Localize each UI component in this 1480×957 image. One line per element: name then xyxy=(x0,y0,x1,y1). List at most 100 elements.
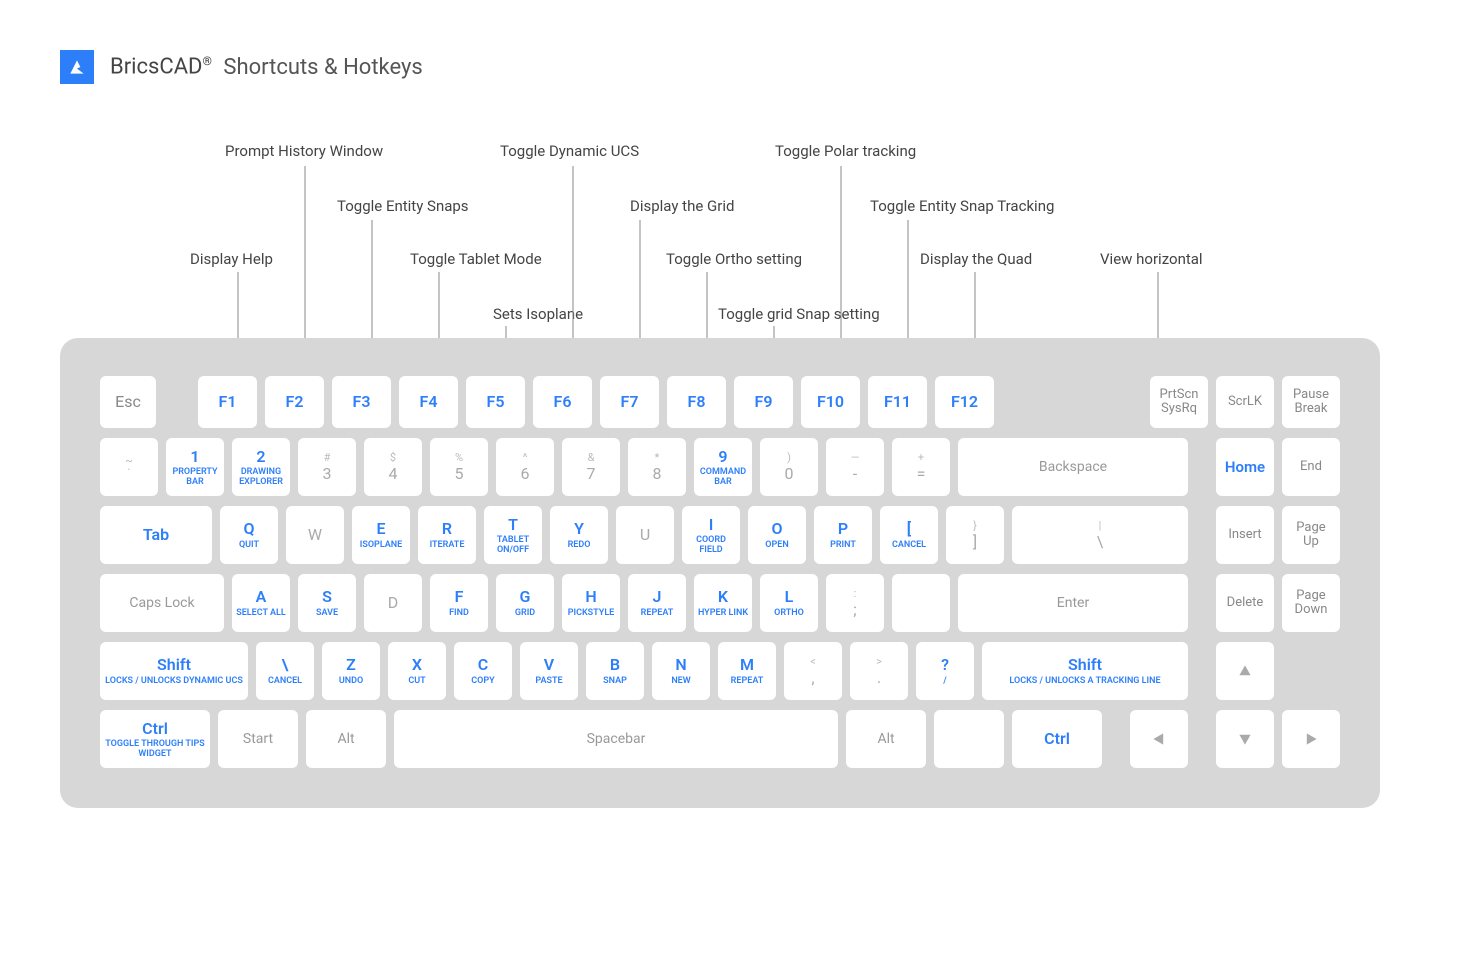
key-w[interactable]: W xyxy=(286,506,344,564)
gap xyxy=(1196,642,1208,700)
key-n[interactable]: NNEW xyxy=(652,642,710,700)
key-period[interactable]: >. xyxy=(850,642,908,700)
key-q[interactable]: QQUIT xyxy=(220,506,278,564)
key-f9[interactable]: F9 xyxy=(734,376,793,428)
key-insert[interactable]: Insert xyxy=(1216,506,1274,564)
key-comma[interactable]: <, xyxy=(784,642,842,700)
callout-f8: Toggle Ortho setting xyxy=(666,250,802,268)
key-f11[interactable]: F11 xyxy=(868,376,927,428)
key-f8[interactable]: F8 xyxy=(667,376,726,428)
key-rctrl[interactable]: Ctrl xyxy=(1012,710,1102,768)
callout-f1: Display Help xyxy=(190,250,273,268)
key-pause[interactable]: PauseBreak xyxy=(1282,376,1340,428)
page-subtitle: Shortcuts & Hotkeys xyxy=(223,55,422,80)
key-d[interactable]: D xyxy=(364,574,422,632)
key-pageup[interactable]: PageUp xyxy=(1282,506,1340,564)
key-rshift[interactable]: ShiftLOCKS / UNLOCKS A TRACKING LINE xyxy=(982,642,1188,700)
key-p[interactable]: PPRINT xyxy=(814,506,872,564)
row-numbers: ~` 1PROPERTY BAR 2DRAWING EXPLORER #3 $4… xyxy=(100,438,1340,496)
key-home[interactable]: Home xyxy=(1216,438,1274,496)
key-c[interactable]: CCOPY xyxy=(454,642,512,700)
key-f10[interactable]: F10 xyxy=(801,376,860,428)
key-8[interactable]: *8 xyxy=(628,438,686,496)
key-m[interactable]: MREPEAT xyxy=(718,642,776,700)
key-a[interactable]: ASELECT ALL xyxy=(232,574,290,632)
key-f2[interactable]: F2 xyxy=(265,376,324,428)
key-f7[interactable]: F7 xyxy=(600,376,659,428)
key-y[interactable]: YREDO xyxy=(550,506,608,564)
key-lalt[interactable]: Alt xyxy=(306,710,386,768)
key-lctrl[interactable]: CtrlTOGGLE THROUGH TIPS WIDGET xyxy=(100,710,210,768)
key-arrow-left[interactable] xyxy=(1130,710,1188,768)
key-equal[interactable]: += xyxy=(892,438,950,496)
key-5[interactable]: %5 xyxy=(430,438,488,496)
row-shift: ShiftLOCKS / UNLOCKS DYNAMIC UCS \CANCEL… xyxy=(100,642,1340,700)
key-end[interactable]: End xyxy=(1282,438,1340,496)
callout-f7: Display the Grid xyxy=(630,197,734,215)
key-4[interactable]: $4 xyxy=(364,438,422,496)
key-r[interactable]: RITERATE xyxy=(418,506,476,564)
key-menu[interactable] xyxy=(934,710,1004,768)
key-b[interactable]: BSNAP xyxy=(586,642,644,700)
key-arrow-up[interactable] xyxy=(1216,642,1274,700)
key-capslock[interactable]: Caps Lock xyxy=(100,574,224,632)
key-arrow-right[interactable] xyxy=(1282,710,1340,768)
key-9[interactable]: 9COMMAND BAR xyxy=(694,438,752,496)
key-j[interactable]: JREPEAT xyxy=(628,574,686,632)
key-h[interactable]: HPICKSTYLE xyxy=(562,574,620,632)
key-s[interactable]: SSAVE xyxy=(298,574,356,632)
key-tilde[interactable]: ~` xyxy=(100,438,158,496)
key-7[interactable]: &7 xyxy=(562,438,620,496)
key-delete[interactable]: Delete xyxy=(1216,574,1274,632)
key-3[interactable]: #3 xyxy=(298,438,356,496)
key-f5[interactable]: F5 xyxy=(466,376,525,428)
key-x[interactable]: XCUT xyxy=(388,642,446,700)
callout-f3: Toggle Entity Snaps xyxy=(337,197,469,215)
key-arrow-down[interactable] xyxy=(1216,710,1274,768)
key-spacebar[interactable]: Spacebar xyxy=(394,710,838,768)
key-f[interactable]: FFIND xyxy=(430,574,488,632)
key-rbracket[interactable]: }] xyxy=(946,506,1004,564)
key-minus[interactable]: —- xyxy=(826,438,884,496)
key-scrlk[interactable]: ScrLK xyxy=(1216,376,1274,428)
key-tab[interactable]: Tab xyxy=(100,506,212,564)
key-semicolon[interactable]: :; xyxy=(826,574,884,632)
gap xyxy=(164,376,190,428)
key-backslash[interactable]: \CANCEL xyxy=(256,642,314,700)
key-backslash-top[interactable]: |\ xyxy=(1012,506,1188,564)
key-enter[interactable]: Enter xyxy=(958,574,1188,632)
callout-f10: Toggle Polar tracking xyxy=(775,142,916,160)
key-f3[interactable]: F3 xyxy=(332,376,391,428)
key-f6[interactable]: F6 xyxy=(533,376,592,428)
key-o[interactable]: OOPEN xyxy=(748,506,806,564)
key-u[interactable]: U xyxy=(616,506,674,564)
key-i[interactable]: ICOORD FIELD xyxy=(682,506,740,564)
key-f4[interactable]: F4 xyxy=(399,376,458,428)
key-k[interactable]: KHYPER LINK xyxy=(694,574,752,632)
callout-f12: Display the Quad xyxy=(920,250,1032,268)
key-lbracket[interactable]: [CANCEL xyxy=(880,506,938,564)
key-esc[interactable]: Esc xyxy=(100,376,156,428)
gap xyxy=(1110,710,1122,768)
key-z[interactable]: ZUNDO xyxy=(322,642,380,700)
key-v[interactable]: VPASTE xyxy=(520,642,578,700)
key-start[interactable]: Start xyxy=(218,710,298,768)
key-t[interactable]: TTABLET ON/OFF xyxy=(484,506,542,564)
key-f1[interactable]: F1 xyxy=(198,376,257,428)
key-e[interactable]: EISOPLANE xyxy=(352,506,410,564)
key-ralt[interactable]: Alt xyxy=(846,710,926,768)
key-prtscn[interactable]: PrtScnSysRq xyxy=(1150,376,1208,428)
key-1[interactable]: 1PROPERTY BAR xyxy=(166,438,224,496)
key-0[interactable]: )0 xyxy=(760,438,818,496)
gap xyxy=(1196,506,1208,564)
key-lshift[interactable]: ShiftLOCKS / UNLOCKS DYNAMIC UCS xyxy=(100,642,248,700)
key-6[interactable]: ^6 xyxy=(496,438,554,496)
key-backspace[interactable]: Backspace xyxy=(958,438,1188,496)
key-2[interactable]: 2DRAWING EXPLORER xyxy=(232,438,290,496)
key-slash[interactable]: ?/ xyxy=(916,642,974,700)
key-pagedown[interactable]: PageDown xyxy=(1282,574,1340,632)
key-g[interactable]: GGRID xyxy=(496,574,554,632)
key-l[interactable]: LORTHO xyxy=(760,574,818,632)
key-quote[interactable] xyxy=(892,574,950,632)
key-f12[interactable]: F12 xyxy=(935,376,994,428)
